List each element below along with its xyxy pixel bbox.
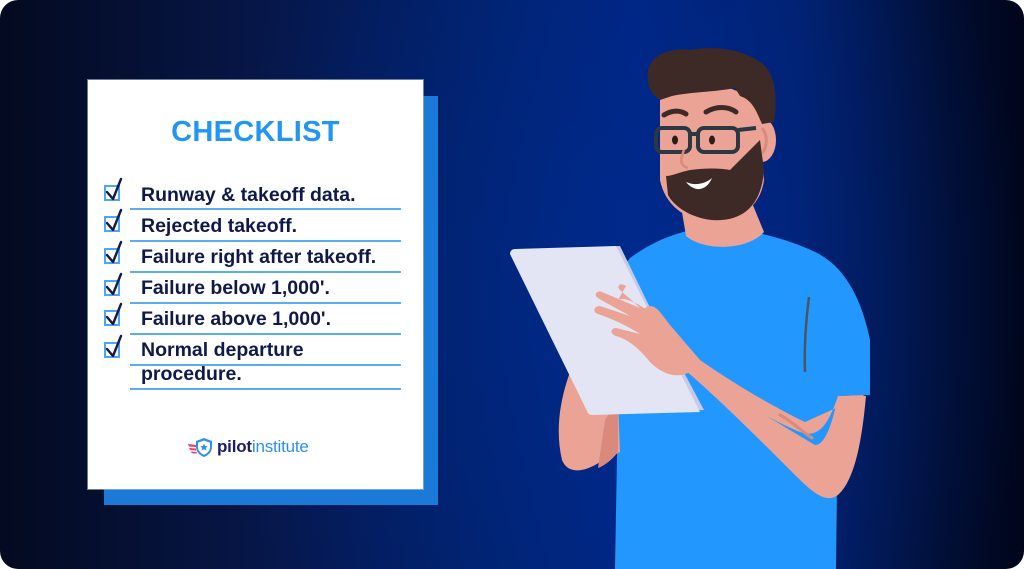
background-frame: CHECKLIST Runway & takeoff data. Rejecte… (0, 0, 1024, 569)
person-illustration (510, 48, 870, 569)
